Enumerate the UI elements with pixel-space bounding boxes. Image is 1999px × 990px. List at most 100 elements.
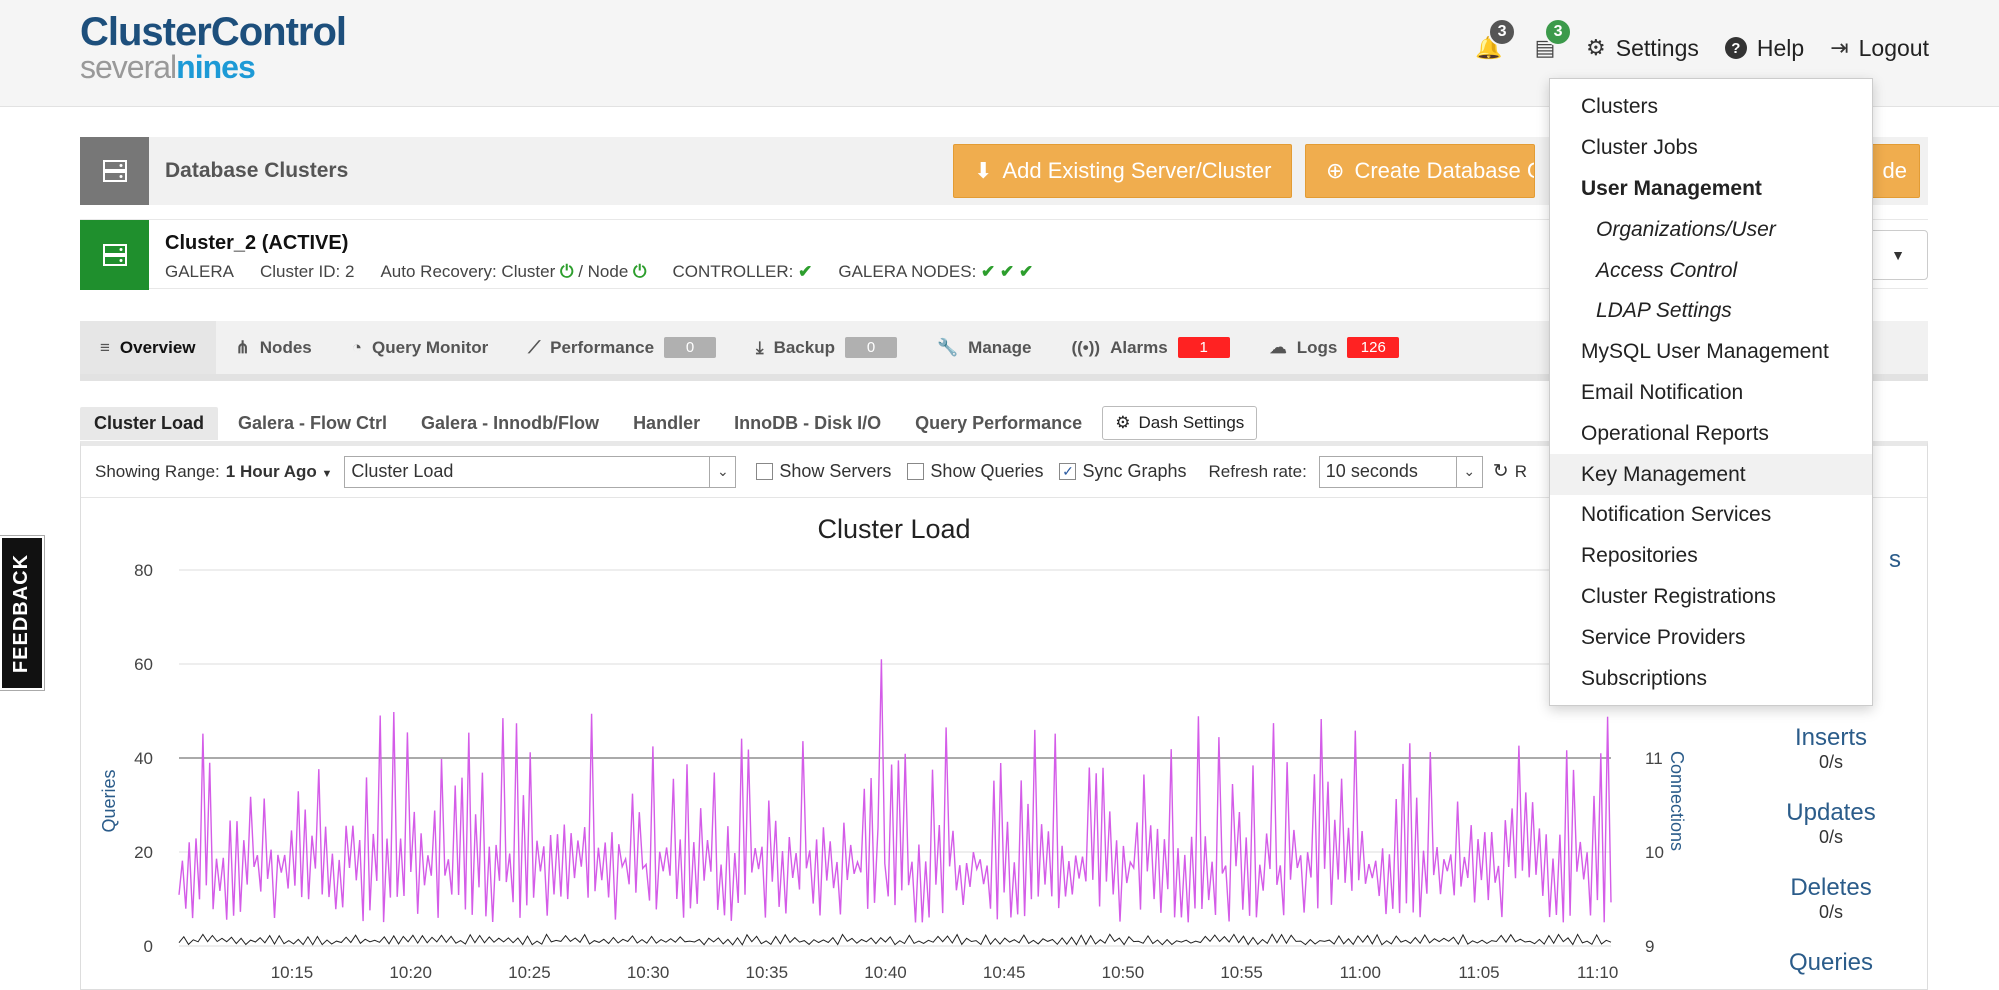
menu-item-clusters[interactable]: Clusters xyxy=(1550,87,1872,128)
menu-item-user-management[interactable]: User Management xyxy=(1550,169,1872,210)
create-database-cluster-button[interactable]: ⊕ Create Database Cluster xyxy=(1305,144,1535,198)
cluster-meta: GALERA Cluster ID: 2 Auto Recovery: Clus… xyxy=(165,262,1033,282)
checkbox-box[interactable] xyxy=(907,463,925,480)
tab-backup[interactable]: ⤓ Backup 0 xyxy=(736,321,917,374)
power-icon[interactable]: ⏻ xyxy=(560,262,573,281)
stat-queries-name: Queries xyxy=(1788,949,1874,976)
check-icon: ✔ xyxy=(1019,262,1034,281)
logo-main-text: ClusterControl xyxy=(80,10,347,54)
chart-title: Cluster Load xyxy=(817,514,971,544)
galera-nodes-status: GALERA NODES: ✔ ✔ ✔ xyxy=(838,262,1034,281)
series-line-queries xyxy=(178,659,1612,923)
jobs-button[interactable]: ▤ 3 xyxy=(1530,18,1573,66)
tab-manage[interactable]: 🔧 Manage xyxy=(917,321,1051,374)
menu-item-organizations-user[interactable]: Organizations/User xyxy=(1550,209,1872,250)
caret-down-icon: ▼ xyxy=(1891,247,1905,263)
checkbox-box[interactable] xyxy=(756,463,774,480)
menu-item-notification-services[interactable]: Notification Services xyxy=(1550,495,1872,536)
logout-link[interactable]: ⇥ Logout xyxy=(1830,35,1929,62)
x-tick-label: 10:50 xyxy=(1102,963,1145,982)
show-servers-checkbox[interactable]: Show Servers xyxy=(756,461,891,482)
subtab-cluster-load[interactable]: Cluster Load xyxy=(80,406,219,440)
checkbox-checked[interactable]: ✓ xyxy=(1059,463,1077,480)
cluster-load-chart[interactable]: 0 20 40 60 80 9 10 11 Queries Connections 10:15 10:… xyxy=(81,546,1721,990)
subtab-query-performance[interactable]: Query Performance xyxy=(901,407,1096,440)
cluster-actions-dropdown[interactable]: ▼ xyxy=(1868,230,1928,280)
y-tick-label: 20 xyxy=(134,843,153,862)
jobs-count-badge: 3 xyxy=(1544,18,1573,46)
sync-graphs-checkbox[interactable]: ✓ Sync Graphs xyxy=(1059,461,1187,482)
tab-logs[interactable]: ☁ Logs 126 xyxy=(1250,321,1420,374)
menu-item-ldap-settings[interactable]: LDAP Settings xyxy=(1550,291,1872,332)
y2-tick-label: 9 xyxy=(1645,937,1654,956)
y2-tick-label: 11 xyxy=(1645,749,1663,768)
range-dropdown[interactable]: 1 Hour Ago ▼ xyxy=(226,462,333,482)
cluster-id: Cluster ID: 2 xyxy=(259,262,355,281)
download-icon: ⤓ xyxy=(756,337,764,357)
y-tick-label: 40 xyxy=(134,749,153,768)
tab-performance[interactable]: ⟋ Performance 0 xyxy=(508,321,736,374)
tab-alarms[interactable]: ((•)) Alarms 1 xyxy=(1051,321,1249,374)
menu-item-service-providers[interactable]: Service Providers xyxy=(1550,617,1872,658)
chevron-down-icon: ⌄ xyxy=(1455,456,1482,487)
menu-item-repositories[interactable]: Repositories xyxy=(1550,536,1872,577)
check-icon: ✔ xyxy=(981,262,996,281)
stat-updates-name: Updates xyxy=(1786,799,1876,826)
subtab-innodb-disk-io[interactable]: InnoDB - Disk I/O xyxy=(720,407,895,440)
power-icon[interactable]: ⏻ xyxy=(633,262,646,281)
line-chart-icon: ⟋ xyxy=(528,337,541,357)
caret-down-icon: ▼ xyxy=(321,467,333,480)
x-tick-label: 10:35 xyxy=(746,963,789,982)
alerts-count-badge: 3 xyxy=(1488,18,1517,46)
y-tick-label: 60 xyxy=(134,655,153,674)
x-tick-label: 11:00 xyxy=(1340,963,1381,982)
x-tick-label: 10:45 xyxy=(983,963,1026,982)
subtab-galera-innodb-flow[interactable]: Galera - Innodb/Flow xyxy=(407,407,613,440)
logo[interactable]: ClusterControl severalnines xyxy=(80,10,347,83)
refresh-icon[interactable]: ↻ xyxy=(1493,460,1509,483)
x-tick-label: 11:05 xyxy=(1458,963,1499,982)
tab-query-monitor[interactable]: ◔ Query Monitor xyxy=(332,321,508,374)
reload-label-partial: R xyxy=(1514,461,1527,481)
question-circle-icon: ? xyxy=(1724,37,1747,59)
menu-item-access-control[interactable]: Access Control xyxy=(1550,250,1872,291)
menu-icon: ≡ xyxy=(100,337,110,357)
dash-settings-button[interactable]: ⚙ Dash Settings xyxy=(1102,406,1258,440)
menu-item-operational-reports[interactable]: Operational Reports xyxy=(1550,413,1872,454)
backup-badge: 0 xyxy=(844,337,897,358)
x-tick-label: 10:30 xyxy=(627,963,670,982)
stat-inserts-value: 0/s xyxy=(1818,752,1843,772)
logout-label: Logout xyxy=(1858,34,1929,61)
show-queries-checkbox[interactable]: Show Queries xyxy=(907,461,1043,482)
add-existing-cluster-button[interactable]: ⬇ Add Existing Server/Cluster xyxy=(953,144,1292,198)
dashboard-subtabs: Cluster Load Galera - Flow Ctrl Galera -… xyxy=(80,405,1258,441)
broadcast-icon: ((•)) xyxy=(1071,337,1101,357)
download-icon: ⬇ xyxy=(974,158,993,183)
stat-updates-value: 0/s xyxy=(1818,827,1843,847)
gauge-icon: ◔ xyxy=(351,337,363,357)
y-tick-label: 0 xyxy=(144,937,153,956)
menu-item-email-notification[interactable]: Email Notification xyxy=(1550,373,1872,414)
server-icon xyxy=(80,137,149,205)
menu-item-key-management[interactable]: Key Management xyxy=(1550,454,1872,495)
graph-select[interactable]: Cluster Load ⌄ xyxy=(344,455,737,488)
help-link[interactable]: ? Help xyxy=(1724,35,1804,62)
tab-nodes[interactable]: ⋔ Nodes xyxy=(216,321,332,374)
cluster-name: Cluster_2 (ACTIVE) xyxy=(165,232,349,254)
menu-item-subscriptions[interactable]: Subscriptions xyxy=(1550,658,1872,699)
check-icon: ✔ xyxy=(798,262,813,281)
feedback-tab[interactable]: FEEDBACK xyxy=(0,535,45,691)
y-tick-label: 80 xyxy=(134,561,153,580)
alerts-button[interactable]: 🔔 3 xyxy=(1474,18,1517,66)
subtab-galera-flow-ctrl[interactable]: Galera - Flow Ctrl xyxy=(224,407,401,440)
menu-item-cluster-jobs[interactable]: Cluster Jobs xyxy=(1550,128,1872,169)
alarms-badge: 1 xyxy=(1177,337,1230,358)
controller-status: CONTROLLER: ✔ xyxy=(672,262,813,281)
menu-item-cluster-registrations[interactable]: Cluster Registrations xyxy=(1550,577,1872,618)
settings-link[interactable]: ⚙ Settings xyxy=(1586,35,1699,62)
tab-overview[interactable]: ≡ Overview xyxy=(80,321,216,374)
refresh-rate-select[interactable]: 10 seconds ⌄ xyxy=(1318,455,1483,488)
settings-dropdown-menu: Clusters Cluster Jobs User Management Organ… xyxy=(1549,78,1873,706)
menu-item-mysql-user-management[interactable]: MySQL User Management xyxy=(1550,332,1872,373)
subtab-handler[interactable]: Handler xyxy=(619,407,714,440)
